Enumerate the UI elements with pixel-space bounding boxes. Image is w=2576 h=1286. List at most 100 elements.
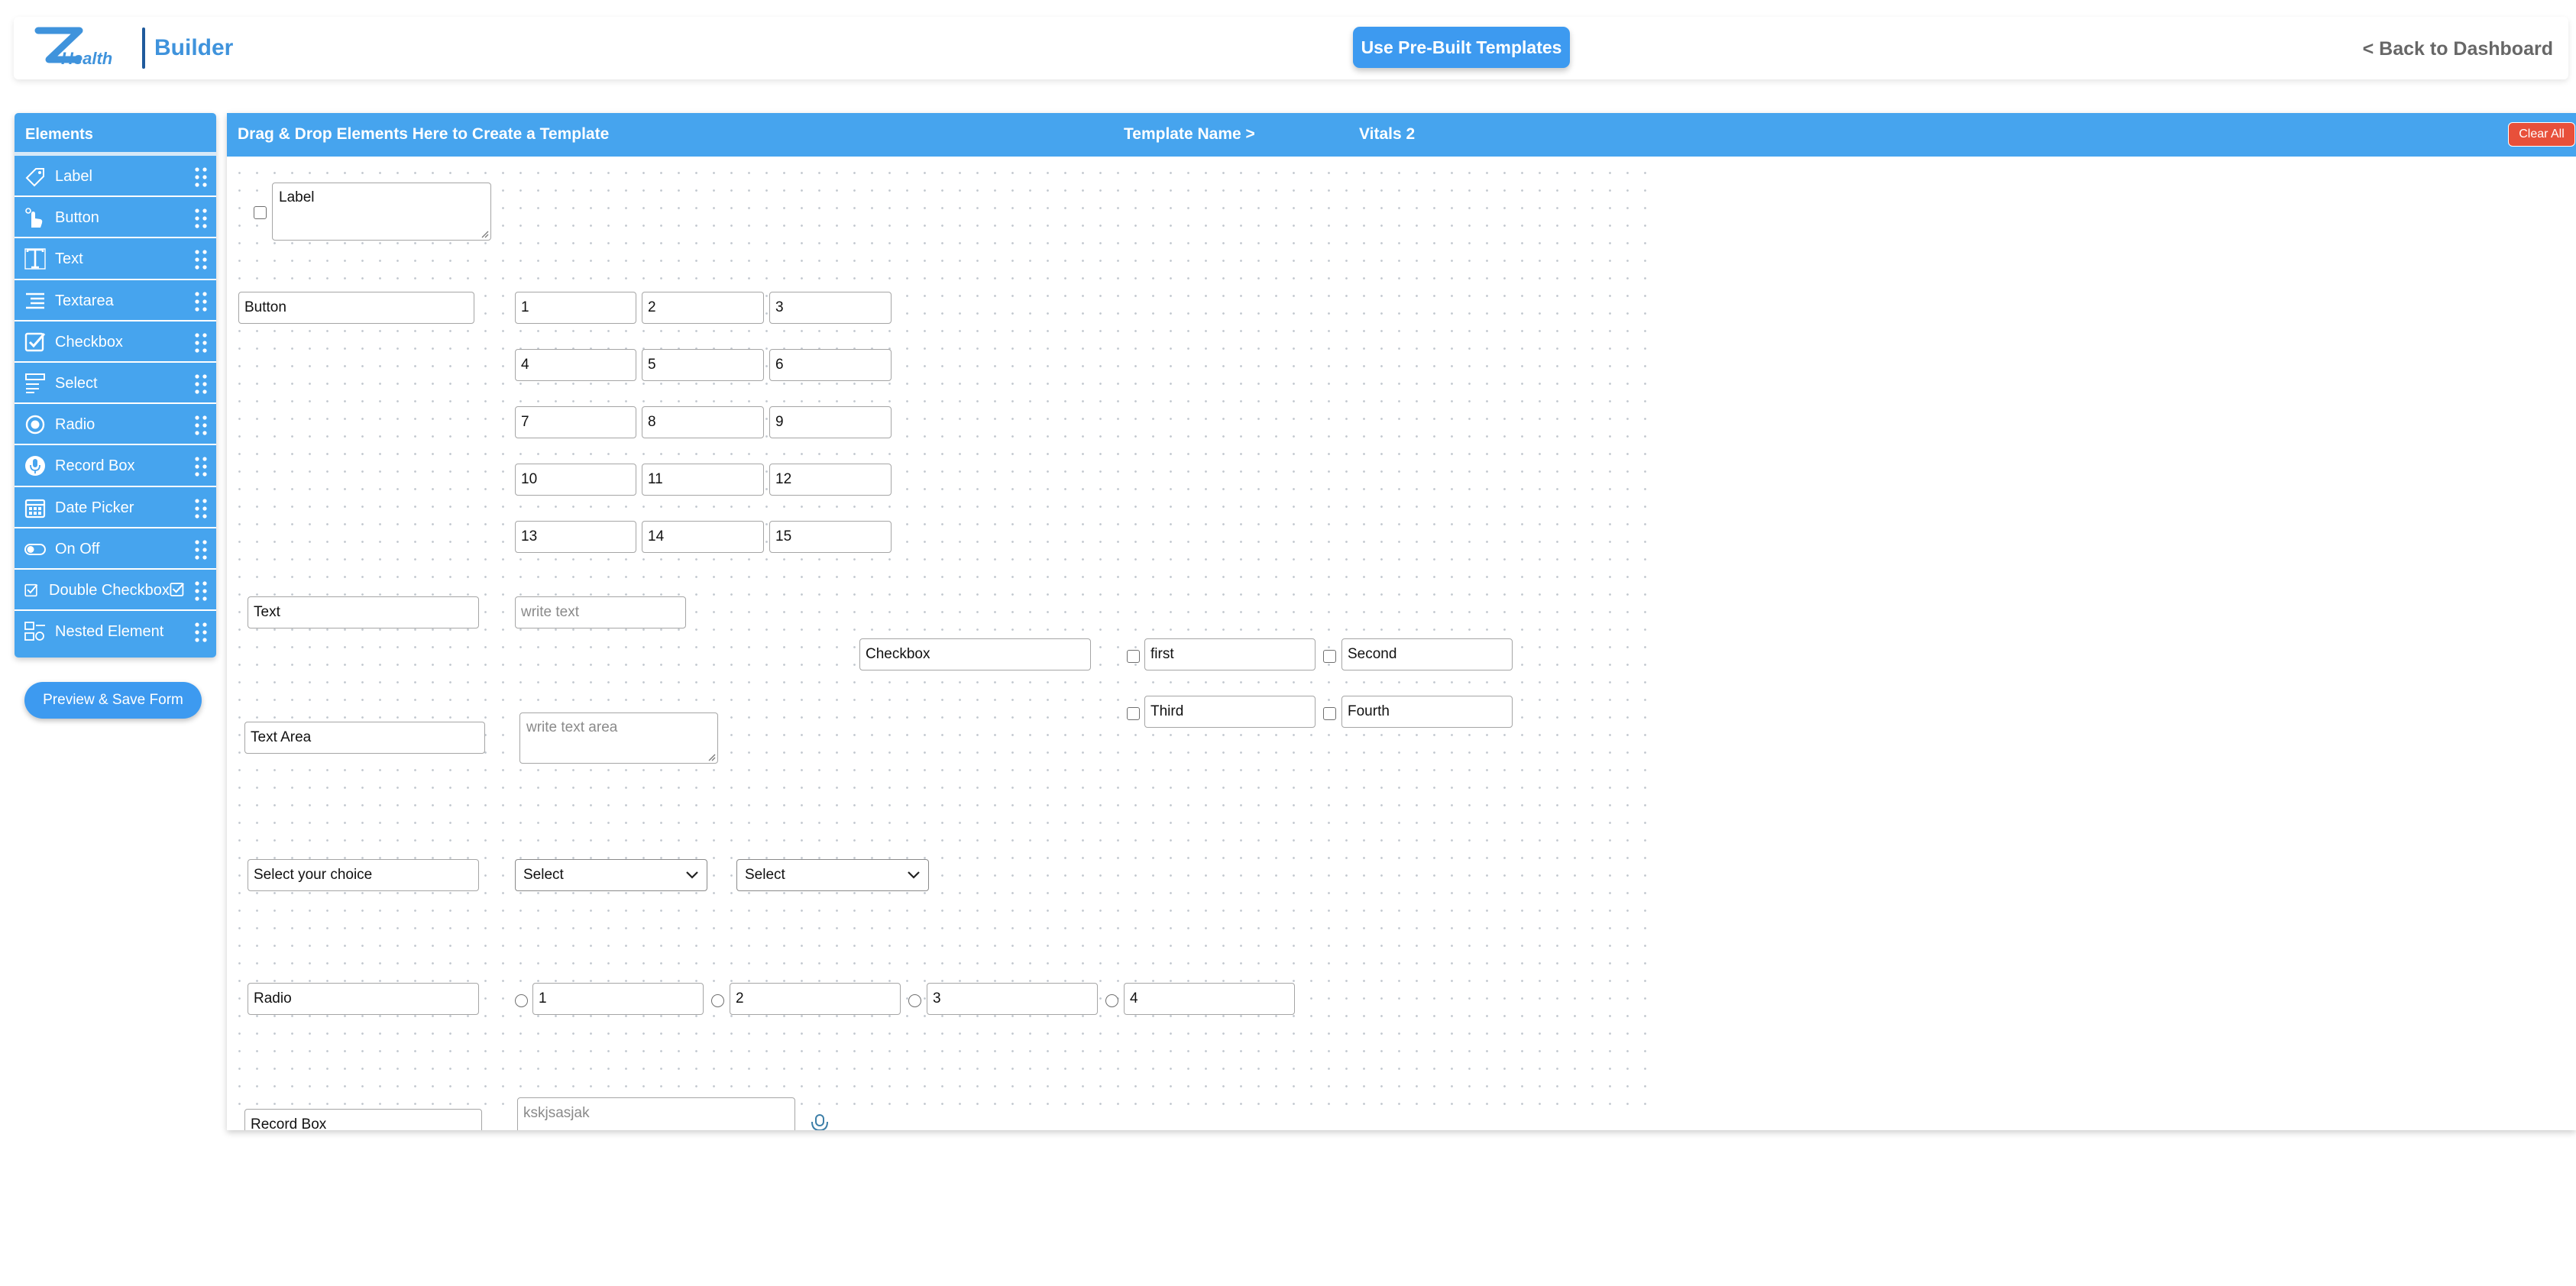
sidebar-item-radio[interactable]: Radio	[15, 404, 216, 446]
button-value-input[interactable]: 8	[642, 406, 764, 438]
textarea-placeholder-text: write text area	[526, 719, 618, 735]
record-box-label-input[interactable]: Record Box	[244, 1109, 482, 1130]
radio-option-input[interactable]: 4	[1124, 983, 1295, 1015]
sidebar-item-checkbox[interactable]: Checkbox	[15, 322, 216, 363]
logo-text: Health	[61, 49, 113, 68]
checkbox-option-box[interactable]	[1323, 707, 1336, 720]
drag-handle-icon[interactable]	[193, 580, 209, 603]
use-prebuilt-templates-button[interactable]: Use Pre-Built Templates	[1353, 27, 1570, 68]
checkbox-option-box[interactable]	[1127, 650, 1140, 663]
drag-handle-icon[interactable]	[193, 331, 209, 354]
checkbox-option-input[interactable]: Second	[1341, 638, 1513, 670]
radio-option-input[interactable]: 1	[532, 983, 704, 1015]
textarea-label-input[interactable]: Text Area	[244, 722, 485, 754]
text-placeholder-input[interactable]: write text	[515, 596, 686, 628]
sidebar-item-text: Record Box	[55, 457, 135, 475]
select-dropdown[interactable]: Select	[736, 859, 929, 891]
button-value-input[interactable]: 5	[642, 349, 764, 381]
sidebar-item-text: Text	[55, 250, 83, 268]
button-value-input[interactable]: 10	[515, 464, 636, 496]
button-value-input[interactable]: 3	[769, 292, 892, 324]
resize-grip-icon[interactable]	[480, 229, 489, 238]
drop-zone[interactable]: Label Button 1 2 3 4 5 6 7 8 9 10 11 12 …	[227, 157, 2576, 1130]
elements-sidebar: Elements Label Button Text Textarea Chec…	[15, 113, 216, 658]
checkbox-label-input[interactable]: Checkbox	[859, 638, 1091, 670]
radio-option-button[interactable]	[908, 994, 921, 1007]
drag-handle-icon[interactable]	[193, 455, 209, 478]
microphone-record-icon[interactable]	[808, 1113, 831, 1130]
preview-save-form-button[interactable]: Preview & Save Form	[24, 682, 202, 719]
radio-option-button[interactable]	[711, 994, 724, 1007]
button-value-input[interactable]: 2	[642, 292, 764, 324]
drag-handle-icon[interactable]	[193, 166, 209, 189]
radio-option-button[interactable]	[1105, 994, 1118, 1007]
checkbox-option-box[interactable]	[1323, 650, 1336, 663]
checkbox-option-input[interactable]: Third	[1144, 696, 1316, 728]
button-value-input[interactable]: 1	[515, 292, 636, 324]
sidebar-item-text: Button	[55, 209, 99, 227]
sidebar-item-double-checkbox[interactable]: Double Checkbox	[15, 570, 216, 612]
chevron-down-icon	[686, 871, 698, 879]
label-input[interactable]: Label	[272, 183, 491, 241]
logo-separator	[142, 27, 145, 69]
button-value-input[interactable]: 11	[642, 464, 764, 496]
select-dropdown[interactable]: Select	[515, 859, 707, 891]
select-label-input[interactable]: Select your choice	[248, 859, 479, 891]
sidebar-item-text: Checkbox	[55, 333, 123, 351]
checkbox-option-input[interactable]: first	[1144, 638, 1316, 670]
tag-icon	[25, 168, 44, 187]
drag-handle-icon[interactable]	[193, 621, 209, 644]
button-value-input[interactable]: 9	[769, 406, 892, 438]
sidebar-item-on-off[interactable]: On Off	[15, 528, 216, 570]
back-to-dashboard-link[interactable]: < Back to Dashboard	[2363, 38, 2553, 60]
button-value-input[interactable]: 6	[769, 349, 892, 381]
sidebar-item-record-box[interactable]: Record Box	[15, 445, 216, 487]
drag-handle-icon[interactable]	[193, 538, 209, 561]
sidebar-item-text: Label	[55, 168, 92, 185]
button-value-input[interactable]: 13	[515, 521, 636, 553]
sidebar-item-textarea[interactable]: Textarea	[15, 280, 216, 322]
double-checkbox-icon	[24, 583, 38, 597]
button-value-input[interactable]: 7	[515, 406, 636, 438]
sidebar-item-label[interactable]: Label	[15, 156, 216, 198]
button-value-input[interactable]: 14	[642, 521, 764, 553]
sidebar-item-select[interactable]: Select	[15, 363, 216, 405]
textarea-placeholder-input[interactable]: write text area	[519, 712, 718, 764]
button-label-input[interactable]: Button	[238, 292, 474, 324]
sidebar-item-date-picker[interactable]: Date Picker	[15, 487, 216, 528]
button-value-input[interactable]: 15	[769, 521, 892, 553]
label-row-checkbox[interactable]	[254, 206, 267, 219]
checkbox-option-input[interactable]: Fourth	[1341, 696, 1513, 728]
top-header: Health Builder Use Pre-Built Templates <…	[14, 17, 2568, 79]
radio-label-input[interactable]: Radio	[248, 983, 479, 1015]
drag-handle-icon[interactable]	[193, 414, 209, 437]
sidebar-item-button[interactable]: Button	[15, 197, 216, 239]
select-dropdown-value: Select	[523, 867, 564, 883]
template-name-label: Template Name >	[1124, 125, 1255, 143]
radio-option-input[interactable]: 3	[927, 983, 1098, 1015]
radio-option-input[interactable]: 2	[730, 983, 901, 1015]
radio-icon	[25, 415, 45, 435]
radio-option-button[interactable]	[515, 994, 528, 1007]
drag-handle-icon[interactable]	[193, 373, 209, 396]
microphone-icon	[25, 456, 45, 477]
record-box-input[interactable]: kskjsasjak	[517, 1097, 795, 1130]
sidebar-item-text: Textarea	[55, 292, 114, 309]
drag-handle-icon[interactable]	[193, 248, 209, 271]
drag-handle-icon[interactable]	[193, 290, 209, 313]
elements-title: Elements	[15, 113, 216, 156]
sidebar-item-nested-element[interactable]: Nested Element	[15, 611, 216, 652]
nested-element-icon	[24, 622, 45, 641]
sidebar-item-text[interactable]: Text	[15, 238, 216, 280]
template-name-value[interactable]: Vitals 2	[1359, 125, 1415, 144]
drag-handle-icon[interactable]	[193, 497, 209, 520]
zhealth-logo[interactable]: Health	[32, 24, 131, 73]
button-value-input[interactable]: 4	[515, 349, 636, 381]
checkbox-option-box[interactable]	[1127, 707, 1140, 720]
sidebar-item-text: Date Picker	[55, 499, 134, 516]
clear-all-button[interactable]: Clear All	[2508, 122, 2575, 147]
button-value-input[interactable]: 12	[769, 464, 892, 496]
text-label-input[interactable]: Text	[248, 596, 479, 628]
drag-handle-icon[interactable]	[193, 207, 209, 230]
resize-grip-icon[interactable]	[707, 752, 716, 761]
